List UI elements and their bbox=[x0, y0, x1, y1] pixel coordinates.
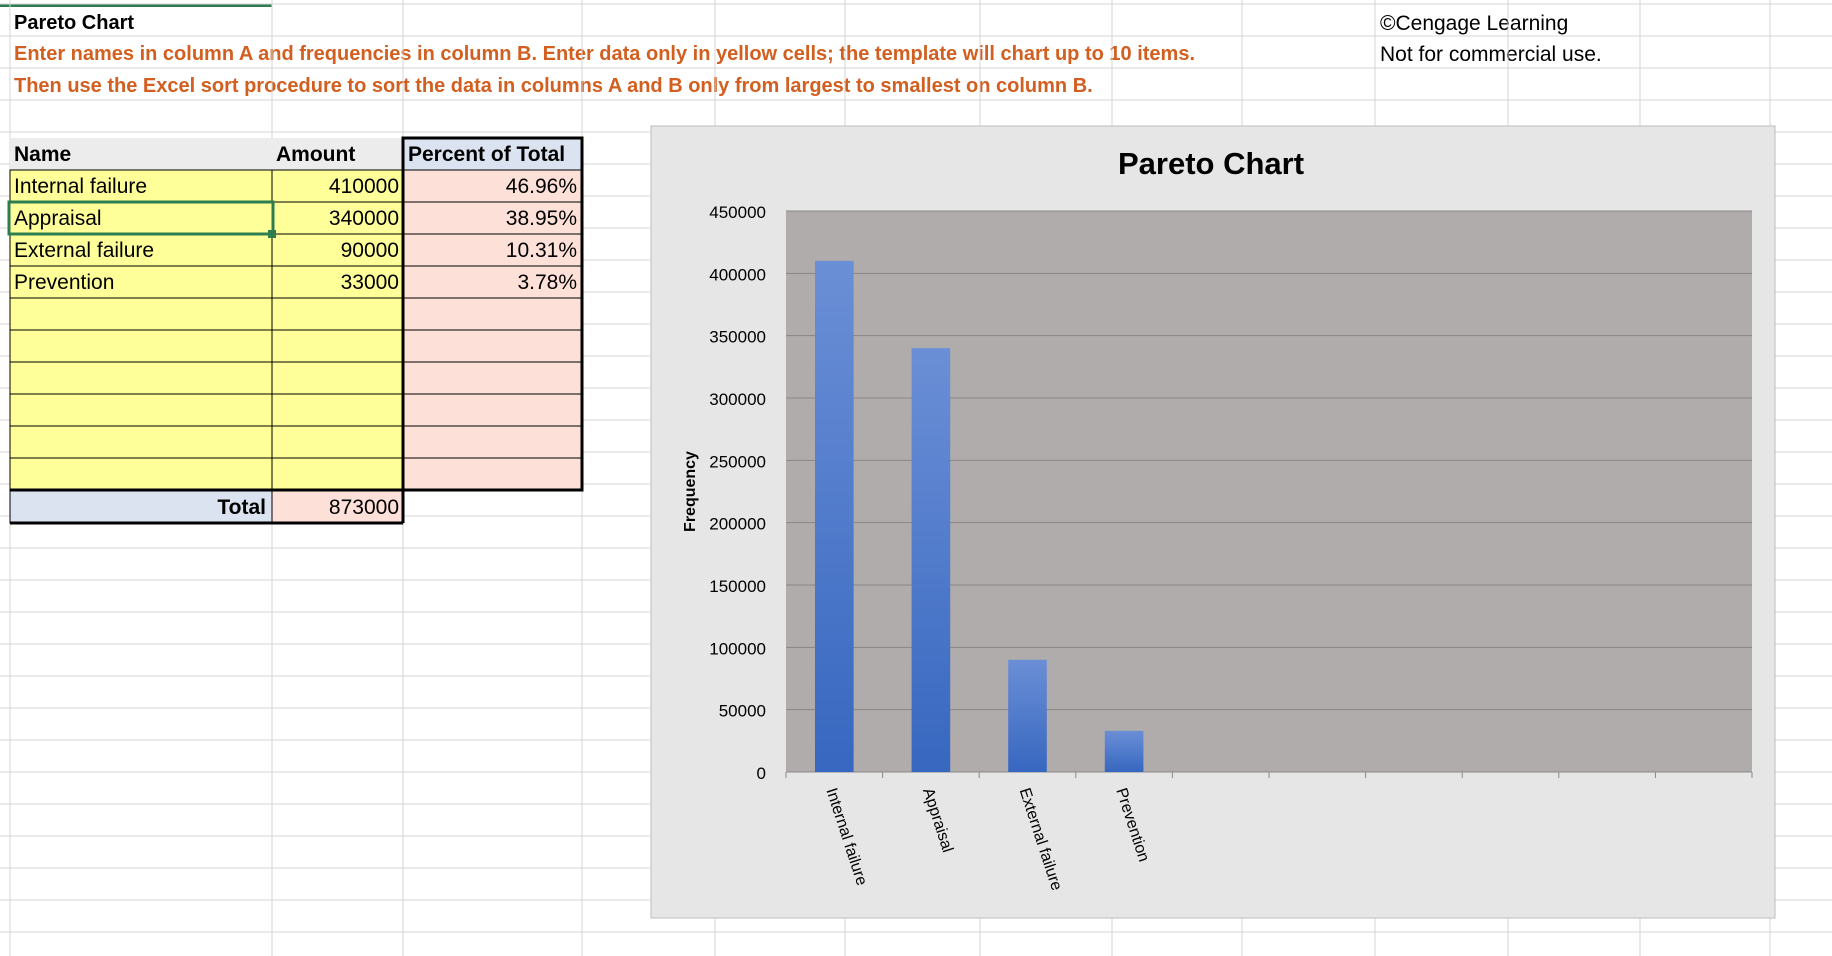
name-cell[interactable] bbox=[9, 361, 273, 395]
y-tick-label: 400000 bbox=[709, 265, 766, 284]
name-cell[interactable] bbox=[9, 329, 273, 363]
y-tick-label: 350000 bbox=[709, 328, 766, 347]
percent-cell bbox=[402, 329, 583, 363]
percent-value: 3.78% bbox=[517, 271, 577, 294]
name-cell[interactable] bbox=[9, 297, 273, 331]
table-row bbox=[9, 425, 583, 459]
y-tick-label: 250000 bbox=[709, 452, 766, 471]
table-row: Appraisal 340000 38.95% bbox=[9, 201, 583, 235]
name-cell[interactable] bbox=[9, 393, 273, 427]
bar[interactable] bbox=[814, 260, 854, 772]
total-label: Total bbox=[217, 496, 266, 519]
amount-cell[interactable] bbox=[271, 457, 404, 491]
amount-cell[interactable] bbox=[271, 425, 404, 459]
name-value: Appraisal bbox=[14, 207, 102, 230]
amount-value: 90000 bbox=[341, 239, 399, 262]
amount-value: 340000 bbox=[329, 207, 399, 230]
amount-value: 410000 bbox=[329, 175, 399, 198]
amount-cell[interactable] bbox=[271, 329, 404, 363]
y-tick-label: 0 bbox=[757, 764, 766, 783]
y-tick-label: 150000 bbox=[709, 577, 766, 596]
data-table: Name Amount Percent of Total Internal failu… bbox=[7, 136, 584, 525]
percent-value: 46.96% bbox=[506, 175, 577, 198]
percent-value: 38.95% bbox=[506, 207, 577, 230]
name-cell[interactable] bbox=[9, 425, 273, 459]
name-cell[interactable] bbox=[9, 457, 273, 491]
table-row bbox=[9, 457, 583, 491]
y-tick-label: 300000 bbox=[709, 390, 766, 409]
amount-cell[interactable] bbox=[271, 361, 404, 395]
name-value: Prevention bbox=[14, 271, 114, 294]
y-tick-label: 200000 bbox=[709, 515, 766, 534]
y-tick-label: 450000 bbox=[709, 203, 766, 222]
bar[interactable] bbox=[1104, 730, 1144, 772]
name-value: Internal failure bbox=[14, 175, 147, 198]
table-row: Internal failure 410000 46.96% bbox=[9, 169, 583, 203]
chart-title: Pareto Chart bbox=[1118, 146, 1304, 181]
header-amount: Amount bbox=[276, 143, 355, 166]
table-row bbox=[9, 393, 583, 427]
percent-cell bbox=[402, 425, 583, 459]
name-value: External failure bbox=[14, 239, 154, 262]
percent-cell bbox=[402, 361, 583, 395]
total-value: 873000 bbox=[329, 496, 399, 519]
table-row bbox=[9, 329, 583, 363]
y-tick-label: 100000 bbox=[709, 639, 766, 658]
percent-cell bbox=[402, 457, 583, 491]
sheet-canvas: Name Amount Percent of Total Internal failu… bbox=[0, 0, 1832, 956]
header-percent: Percent of Total bbox=[408, 143, 565, 166]
amount-value: 33000 bbox=[341, 271, 399, 294]
table-row: Prevention 33000 3.78% bbox=[9, 265, 583, 299]
pareto-chart: Pareto Chart 0 50000 100000 150000 200000 2500… bbox=[650, 125, 1776, 919]
table-row bbox=[9, 297, 583, 331]
y-axis-label: Frequency bbox=[682, 451, 699, 532]
fill-handle[interactable] bbox=[268, 230, 276, 238]
bar[interactable] bbox=[1008, 659, 1047, 772]
y-tick-label: 50000 bbox=[719, 702, 766, 721]
percent-cell bbox=[402, 297, 583, 331]
table-row: External failure 90000 10.31% bbox=[9, 233, 583, 267]
header-name: Name bbox=[14, 143, 71, 166]
percent-value: 10.31% bbox=[506, 239, 577, 262]
amount-cell[interactable] bbox=[271, 297, 404, 331]
percent-cell bbox=[402, 393, 583, 427]
table-row bbox=[9, 361, 583, 395]
amount-cell[interactable] bbox=[271, 393, 404, 427]
bar[interactable] bbox=[911, 348, 951, 772]
